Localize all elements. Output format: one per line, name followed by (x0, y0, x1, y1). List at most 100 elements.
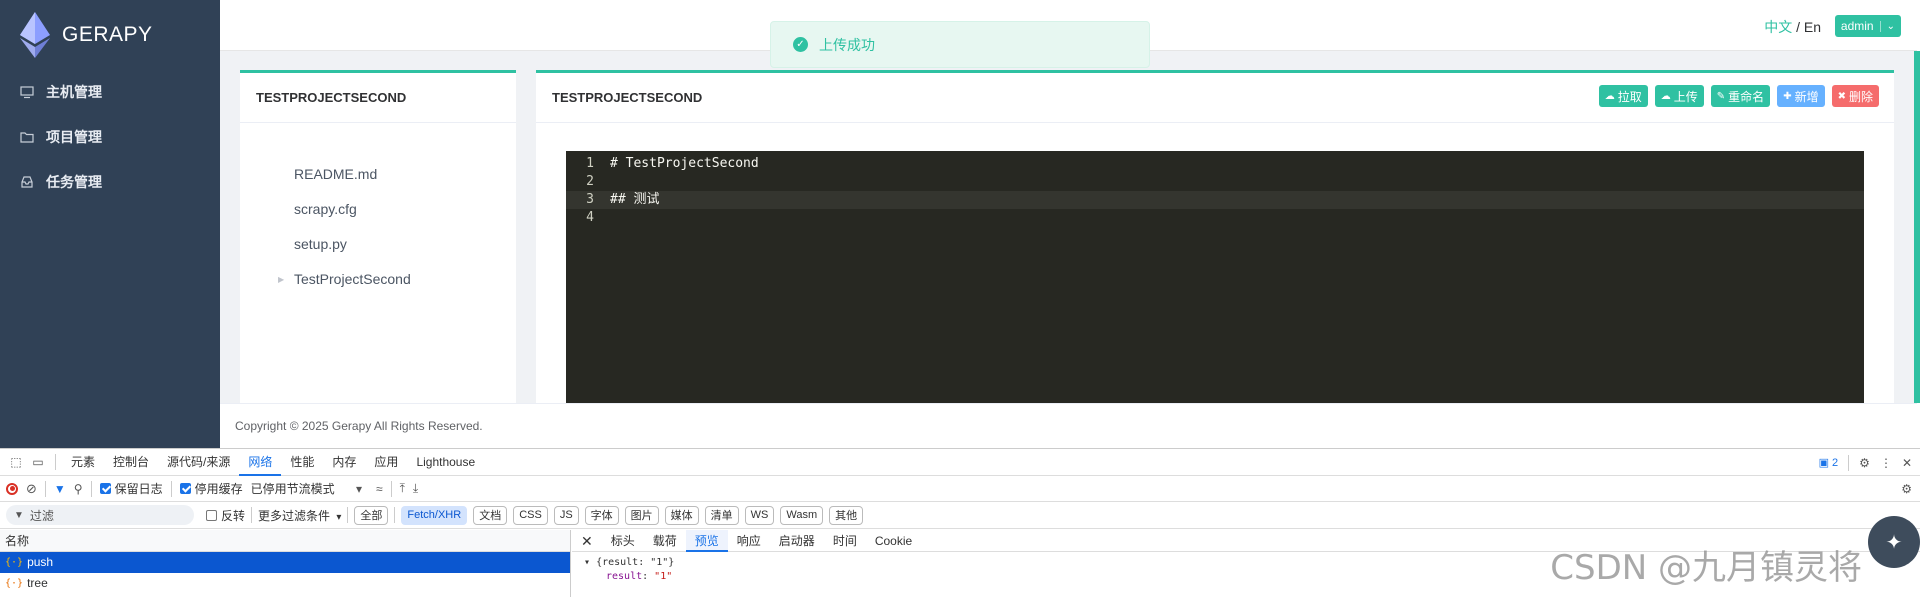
request-row-selected[interactable]: {·} push (0, 552, 570, 573)
inspect-element-icon[interactable]: ⬚ (5, 451, 27, 473)
upload-button[interactable]: ☁ 上传 (1654, 85, 1704, 107)
pull-button[interactable]: ☁ 拉取 (1598, 85, 1648, 107)
device-toolbar-icon[interactable]: ▭ (27, 451, 49, 473)
file-name: setup.py (294, 236, 347, 252)
filter-chip-font[interactable]: 字体 (584, 505, 619, 525)
edit-icon: ✎ (1716, 90, 1726, 102)
filter-chip-ws[interactable]: WS (744, 505, 775, 525)
code-editor[interactable]: 1 # TestProjectSecond 2 3 ## 测试 4 (566, 151, 1864, 403)
tab-elements[interactable]: 元素 (62, 449, 104, 476)
checkbox-unchecked[interactable] (206, 509, 217, 521)
invert-checkbox[interactable]: 反转 (206, 507, 245, 524)
name-column-header[interactable]: 名称 (0, 530, 570, 552)
network-conditions-icon[interactable]: ≈ (376, 482, 383, 496)
filter-chip-js[interactable]: JS (553, 505, 579, 525)
file-tree-item[interactable]: setup.py (240, 227, 516, 262)
tab-sources[interactable]: 源代码/来源 (158, 449, 239, 476)
sidebar-item-tasks[interactable]: 任务管理 (20, 172, 102, 192)
folder-tree-item[interactable]: ▶ TestProjectSecond (240, 262, 516, 297)
rename-button[interactable]: ✎ 重命名 (1710, 85, 1771, 107)
filter-icon[interactable]: ▼ (54, 482, 66, 496)
lang-en-link[interactable]: En (1804, 19, 1821, 35)
disable-cache-checkbox[interactable]: 停用缓存 (179, 480, 243, 497)
filter-chip-all[interactable]: 全部 (354, 505, 389, 525)
filter-chip-css[interactable]: CSS (513, 505, 548, 525)
tab-timing[interactable]: 时间 (824, 530, 866, 552)
filter-chip-other[interactable]: 其他 (829, 505, 864, 525)
close-icon: ✖ (1837, 90, 1846, 102)
json-key: result (606, 571, 643, 582)
filter-chip-media[interactable]: 媒体 (664, 505, 699, 525)
page-scrollbar[interactable] (1914, 51, 1920, 403)
tab-response[interactable]: 响应 (728, 530, 770, 552)
caret-right-icon[interactable]: ▶ (278, 262, 284, 297)
tab-application[interactable]: 应用 (365, 449, 407, 476)
file-tree-item[interactable]: scrapy.cfg (240, 192, 516, 227)
sidebar-item-hosts[interactable]: 主机管理 (20, 82, 102, 102)
user-menu-button[interactable]: admin ⌄ (1834, 15, 1901, 37)
record-icon[interactable] (6, 482, 18, 495)
code-line: 4 (566, 209, 1864, 227)
more-menu-icon[interactable]: ⋮ (1880, 456, 1892, 470)
checkbox-checked[interactable] (179, 483, 191, 494)
line-number: 4 (586, 210, 594, 225)
file-tree-panel: TESTPROJECTSECOND README.md scrapy.cfg s… (240, 70, 516, 403)
preserve-log-checkbox[interactable]: 保留日志 (99, 480, 163, 497)
filter-chip-fetch-xhr[interactable]: Fetch/XHR (401, 505, 468, 525)
user-name: admin (1840, 19, 1874, 33)
divider (390, 480, 392, 497)
logo[interactable]: GERAPY (20, 12, 153, 58)
tab-performance[interactable]: 性能 (281, 449, 323, 476)
throttling-select[interactable]: 已停用节流模式 ▾ (251, 480, 362, 497)
tab-console[interactable]: 控制台 (104, 449, 158, 476)
check-circle-icon: ✓ (793, 37, 808, 52)
filter-chip-wasm[interactable]: Wasm (780, 505, 824, 525)
filter-chip-manifest[interactable]: 清单 (704, 505, 739, 525)
line-text: # TestProjectSecond (610, 156, 759, 171)
sidebar-item-label: 项目管理 (46, 129, 102, 145)
expand-triangle-icon[interactable]: ▾ (584, 557, 590, 568)
throttling-value: 已停用节流模式 (250, 482, 335, 496)
tab-memory[interactable]: 内存 (323, 449, 365, 476)
editor-actions: ☁ 拉取 ☁ 上传 ✎ 重命名 ✚ 新增 ✖ 删除 (1598, 85, 1879, 107)
upload-button-label: 上传 (1673, 89, 1698, 104)
divider (251, 507, 253, 523)
tab-lighthouse[interactable]: Lighthouse (407, 449, 484, 476)
add-button[interactable]: ✚ 新增 (1777, 85, 1825, 107)
tab-initiator[interactable]: 启动器 (770, 530, 824, 552)
export-har-icon[interactable]: ⤓ (413, 481, 418, 496)
gear-icon[interactable]: ⚙ (1859, 456, 1870, 470)
lang-zh-link[interactable]: 中文 (1764, 19, 1792, 35)
filter-chip-doc[interactable]: 文档 (473, 505, 508, 525)
close-icon[interactable]: ✕ (572, 530, 602, 552)
network-settings-gear-icon[interactable]: ⚙ (1901, 482, 1912, 496)
chevron-down-icon: ▾ (355, 482, 363, 496)
filter-chip-img[interactable]: 图片 (624, 505, 659, 525)
tab-network[interactable]: 网络 (239, 449, 282, 476)
pull-button-label: 拉取 (1617, 89, 1642, 104)
search-icon[interactable]: ⚲ (74, 482, 83, 496)
close-icon[interactable]: ✕ (1902, 456, 1912, 470)
floating-assistant-icon[interactable]: ✦ (1868, 516, 1920, 568)
delete-button[interactable]: ✖ 删除 (1831, 85, 1879, 107)
more-filters-dropdown[interactable]: 更多过滤条件 ▾ (258, 507, 341, 524)
chevron-down-icon: ▾ (336, 511, 342, 523)
tab-payload[interactable]: 载荷 (644, 530, 686, 552)
import-har-icon[interactable]: ⤒ (400, 481, 405, 496)
checkbox-checked[interactable] (99, 483, 111, 494)
tab-headers[interactable]: 标头 (602, 530, 644, 552)
request-row[interactable]: {·} tree (0, 573, 570, 594)
checkbox-label: 反转 (221, 508, 246, 523)
filter-placeholder: 过滤 (29, 508, 54, 523)
clear-icon[interactable]: ⊘ (26, 481, 37, 497)
tab-preview[interactable]: 预览 (685, 529, 728, 552)
file-tree-item[interactable]: README.md (240, 157, 516, 192)
file-name: scrapy.cfg (294, 201, 357, 217)
filter-input[interactable]: ▼ 过滤 (6, 505, 194, 525)
sidebar-item-projects[interactable]: 项目管理 (20, 127, 102, 147)
delete-button-label: 删除 (1848, 89, 1873, 104)
tab-cookies[interactable]: Cookie (866, 530, 921, 552)
issues-badge[interactable]: ▣ 2 (1819, 456, 1839, 469)
devtools-right-controls: ▣ 2 ⚙ ⋮ ✕ (1819, 449, 1912, 476)
file-panel-title: TESTPROJECTSECOND (240, 73, 516, 123)
